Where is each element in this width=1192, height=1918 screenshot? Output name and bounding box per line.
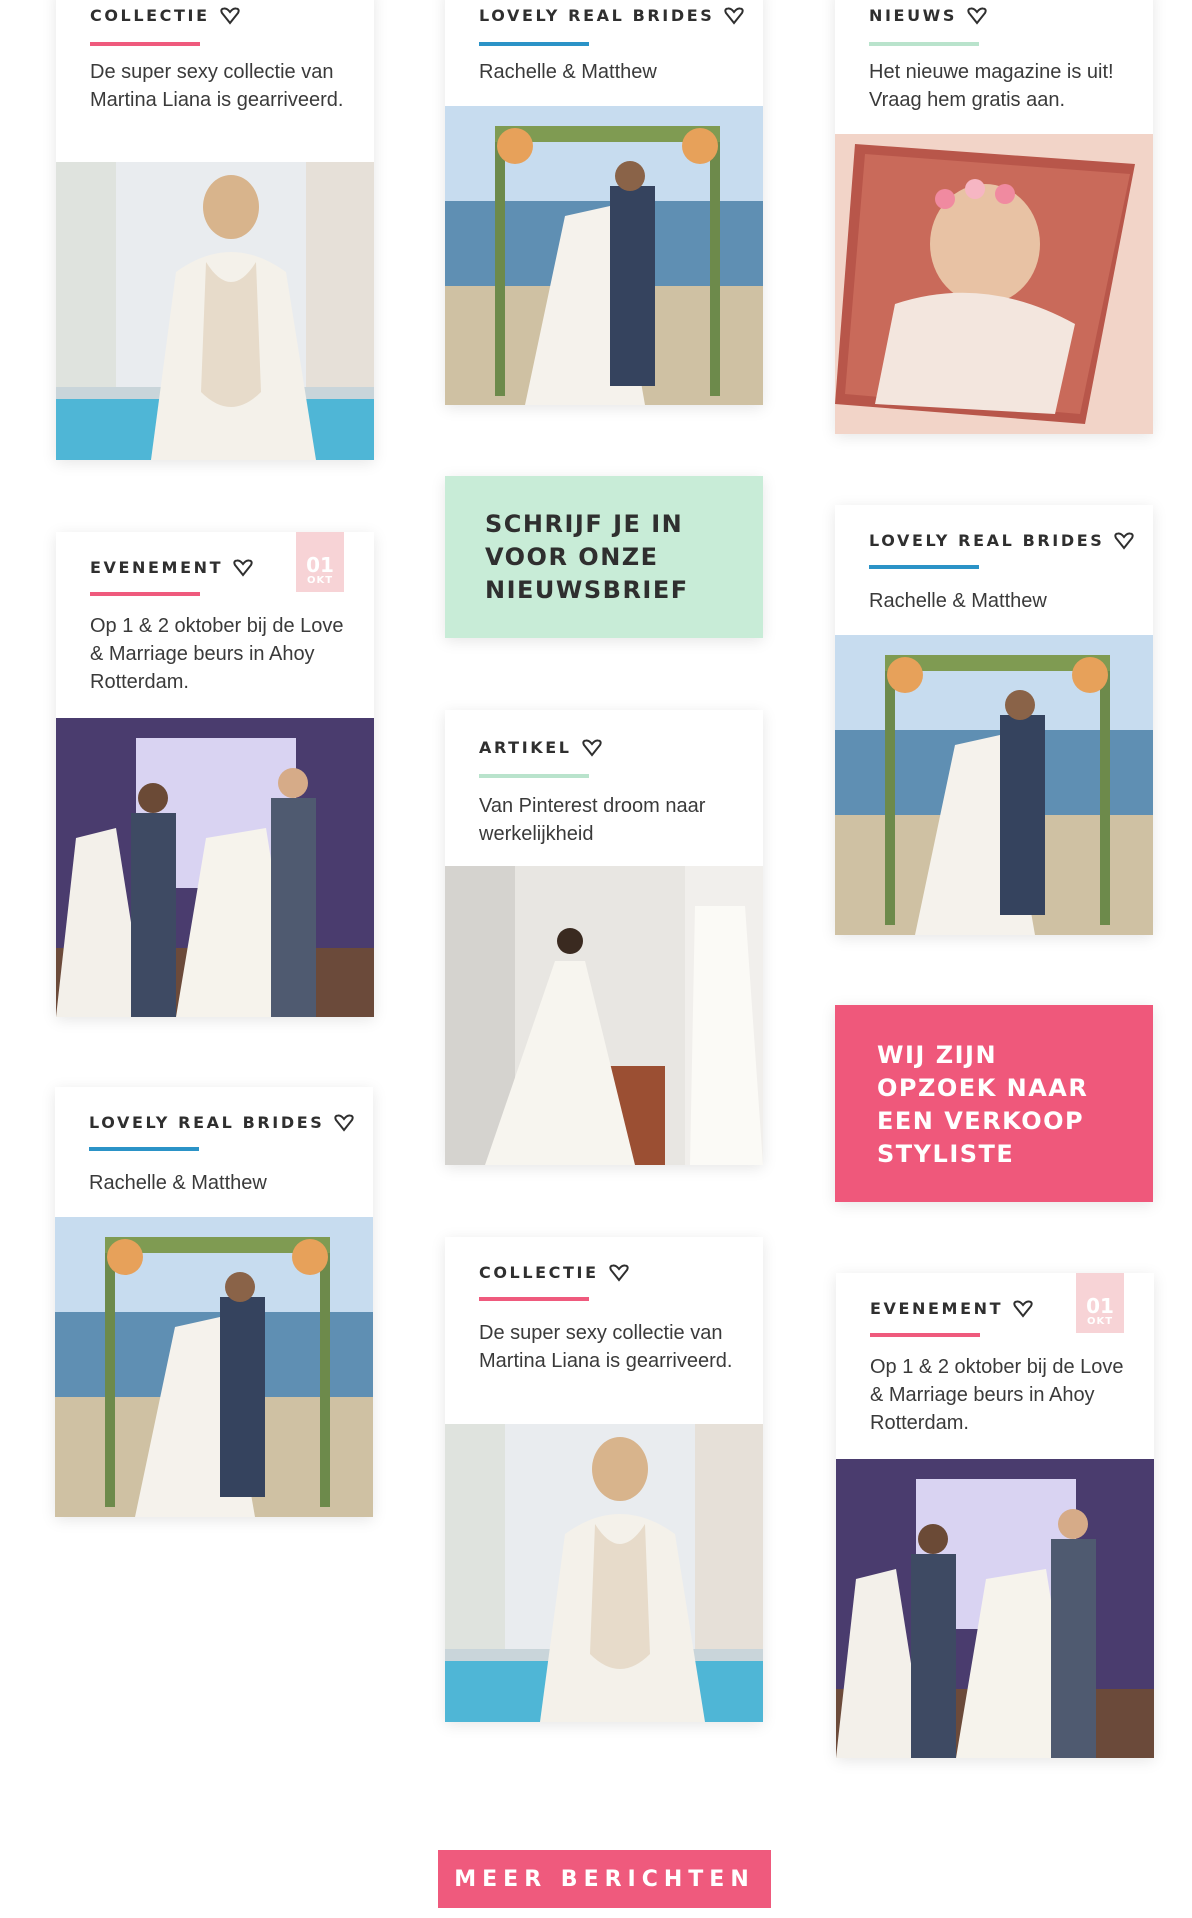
heart-icon xyxy=(334,1113,355,1132)
tag-underline xyxy=(479,1297,589,1301)
card-tag: LOVELY REAL BRIDES xyxy=(869,531,1105,550)
post-card-collectie[interactable]: COLLECTIE De super sexy collectie van Ma… xyxy=(56,0,374,460)
more-posts-button[interactable]: MEER BERICHTEN xyxy=(438,1850,771,1908)
tag-underline xyxy=(479,774,589,778)
tag-underline xyxy=(90,592,200,596)
card-description: Rachelle & Matthew xyxy=(89,1172,267,1194)
card-tag: EVENEMENT xyxy=(870,1299,1004,1318)
heart-icon xyxy=(608,1263,629,1282)
card-tag: COLLECTIE xyxy=(90,6,210,25)
date-month: OKT xyxy=(1086,1316,1114,1327)
bridal-show-stage-photo xyxy=(836,1459,1154,1758)
bride-lace-back-pool-photo xyxy=(56,162,374,460)
post-card-lovely-real-brides[interactable]: LOVELY REAL BRIDES Rachelle & Matthew xyxy=(835,505,1153,935)
bridal-show-stage-photo xyxy=(56,718,374,1017)
heart-icon xyxy=(219,6,240,25)
tag-underline xyxy=(479,42,589,46)
beach-wedding-kiss-photo xyxy=(445,106,763,405)
post-card-lovely-real-brides[interactable]: LOVELY REAL BRIDES Rachelle & Matthew xyxy=(445,0,763,405)
date-month: OKT xyxy=(306,575,334,586)
card-tag: ARTIKEL xyxy=(479,738,572,757)
card-description: Van Pinterest droom naar werkelijkheid xyxy=(479,795,706,845)
card-description: Rachelle & Matthew xyxy=(869,590,1047,612)
newsletter-signup-block[interactable]: SCHRIJF JE IN VOOR ONZE NIEUWSBRIEF xyxy=(445,476,763,638)
heart-icon xyxy=(967,6,987,25)
post-card-evenement[interactable]: 01 OKT EVENEMENT Op 1 & 2 oktober bij de … xyxy=(56,532,374,1017)
card-description: Op 1 & 2 oktober bij de Love & Marriage … xyxy=(90,615,344,693)
date-day: 01 xyxy=(306,553,334,577)
post-card-evenement[interactable]: 01 OKT EVENEMENT Op 1 & 2 oktober bij de … xyxy=(836,1273,1154,1758)
card-tag: NIEUWS xyxy=(869,6,958,25)
post-card-nieuws[interactable]: NIEUWS Het nieuwe magazine is uit! Vraag… xyxy=(835,0,1153,434)
post-card-artikel[interactable]: ARTIKEL Van Pinterest droom naar werkeli… xyxy=(445,710,763,1165)
card-tag: LOVELY REAL BRIDES xyxy=(89,1113,325,1132)
card-description: Rachelle & Matthew xyxy=(479,61,657,83)
card-description: De super sexy collectie van Martina Lian… xyxy=(479,1322,733,1372)
card-description: Op 1 & 2 oktober bij de Love & Marriage … xyxy=(870,1356,1124,1434)
heart-icon xyxy=(724,6,745,25)
beach-wedding-kiss-photo xyxy=(55,1217,373,1517)
magazine-cover-photo xyxy=(835,134,1153,434)
heart-icon xyxy=(581,738,602,757)
vacancy-text: WIJ ZIJN OPZOEK NAAR EEN VERKOOP STYLIST… xyxy=(877,1041,1089,1168)
beach-wedding-kiss-photo xyxy=(835,635,1153,935)
tag-underline xyxy=(869,42,979,46)
date-badge: 01 OKT xyxy=(296,532,344,592)
card-tag: LOVELY REAL BRIDES xyxy=(479,6,715,25)
heart-icon xyxy=(1114,531,1135,550)
tag-underline xyxy=(89,1147,199,1151)
tag-underline xyxy=(90,42,200,46)
heart-icon xyxy=(1013,1299,1033,1318)
date-day: 01 xyxy=(1086,1294,1114,1318)
card-description: De super sexy collectie van Martina Lian… xyxy=(90,61,344,111)
date-badge: 01 OKT xyxy=(1076,1273,1124,1333)
card-description: Het nieuwe magazine is uit! Vraag hem gr… xyxy=(869,61,1114,111)
post-card-lovely-real-brides[interactable]: LOVELY REAL BRIDES Rachelle & Matthew xyxy=(55,1087,373,1517)
vacancy-block[interactable]: WIJ ZIJN OPZOEK NAAR EEN VERKOOP STYLIST… xyxy=(835,1005,1153,1202)
card-tag: EVENEMENT xyxy=(90,558,224,577)
bridal-boutique-gown-photo xyxy=(445,866,763,1165)
bride-lace-back-pool-photo xyxy=(445,1424,763,1722)
card-tag: COLLECTIE xyxy=(479,1263,599,1282)
tag-underline xyxy=(869,565,979,569)
heart-icon xyxy=(233,558,253,577)
newsletter-text: SCHRIJF JE IN VOOR ONZE NIEUWSBRIEF xyxy=(485,510,689,604)
tag-underline xyxy=(870,1333,980,1337)
post-card-collectie[interactable]: COLLECTIE De super sexy collectie van Ma… xyxy=(445,1237,763,1722)
